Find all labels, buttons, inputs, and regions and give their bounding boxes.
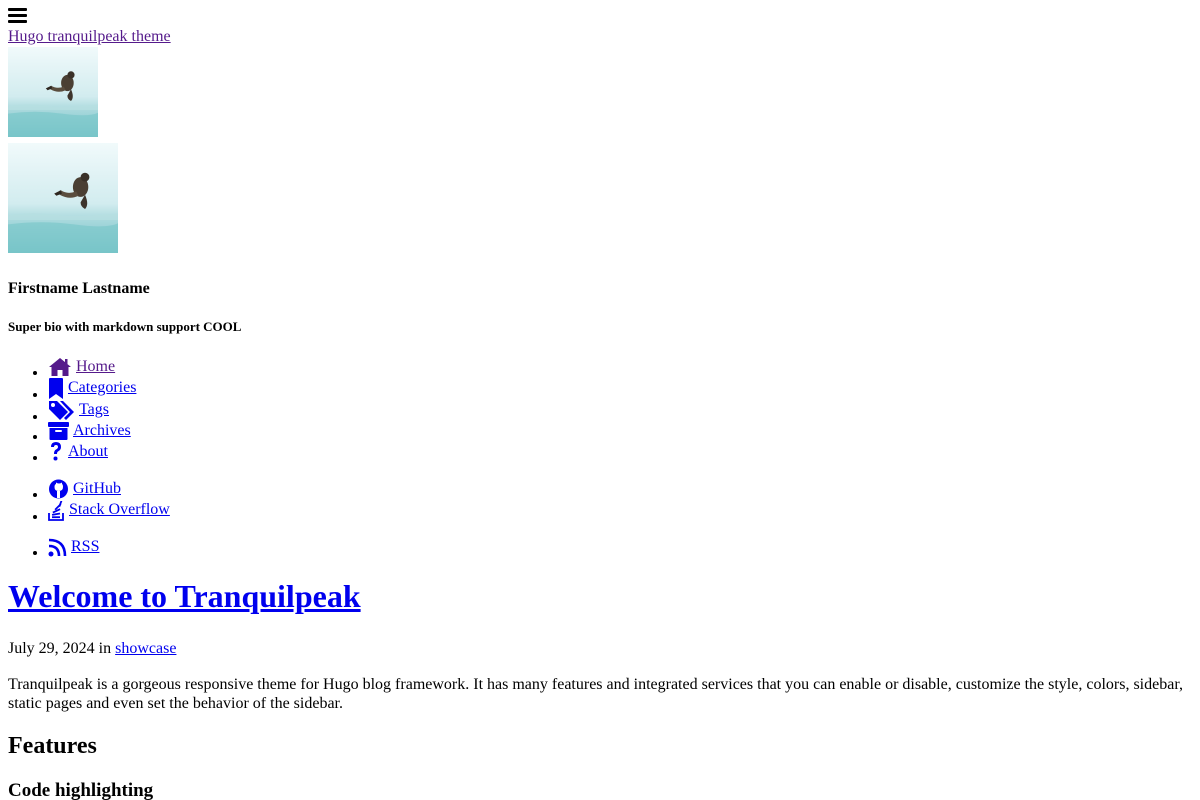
sidebar-nav-social: GitHub Stack Overflow [8,478,170,521]
post-meta-in: in [98,640,112,657]
sidebar-item-home: Home [48,356,136,377]
sidebar-link-categories[interactable]: Categories [48,377,136,399]
author-name: Firstname Lastname [8,280,150,297]
sidebar-link-tags[interactable]: Tags [48,399,109,421]
tags-icon [49,400,74,420]
sidebar-link-rss[interactable]: RSS [48,536,99,557]
sidebar-item-github: GitHub [48,478,170,499]
post-meta: July 29, 2024 in showcase [8,639,176,658]
archive-icon [48,422,69,441]
sidebar-author-photo[interactable] [8,143,118,253]
section-heading-code-highlighting: Code highlighting [8,780,154,800]
hamburger-menu-icon[interactable] [8,7,27,24]
sidebar-item-stack-overflow: Stack Overflow [48,499,170,521]
sidebar-item-categories: Categories [48,377,136,399]
sidebar-link-archives[interactable]: Archives [48,420,131,441]
home-icon [49,358,71,377]
github-icon [49,479,68,499]
sidebar-link-stack-overflow[interactable]: Stack Overflow [48,499,170,521]
header-author-photo[interactable] [8,47,98,137]
stack-overflow-icon [48,500,64,521]
sidebar-item-archives: Archives [48,420,136,441]
sidebar-link-github[interactable]: GitHub [48,478,121,499]
site-title-link[interactable]: Hugo tranquilpeak theme [8,27,171,46]
author-bio: Super bio with markdown support COOL [8,319,242,334]
section-heading-features: Features [8,733,97,759]
sidebar-link-about[interactable]: About [48,441,108,462]
bookmark-icon [49,377,63,399]
sidebar-item-rss: RSS [48,536,99,557]
sidebar-item-about: About [48,441,136,462]
rss-icon [48,538,67,557]
sidebar-nav-main: Home Categories Tags Archives [8,356,136,462]
post-title-link[interactable]: Welcome to Tranquilpeak [8,578,361,614]
sidebar-item-tags: Tags [48,399,136,420]
post-title: Welcome to Tranquilpeak [8,576,361,616]
post-intro: Tranquilpeak is a gorgeous responsive th… [8,676,1184,712]
post-category-link[interactable]: showcase [115,640,176,657]
question-icon [51,442,61,461]
sidebar-nav-feeds: RSS [8,536,99,557]
post-date: July 29, 2024 [8,640,95,657]
sidebar-link-home[interactable]: Home [48,356,115,377]
